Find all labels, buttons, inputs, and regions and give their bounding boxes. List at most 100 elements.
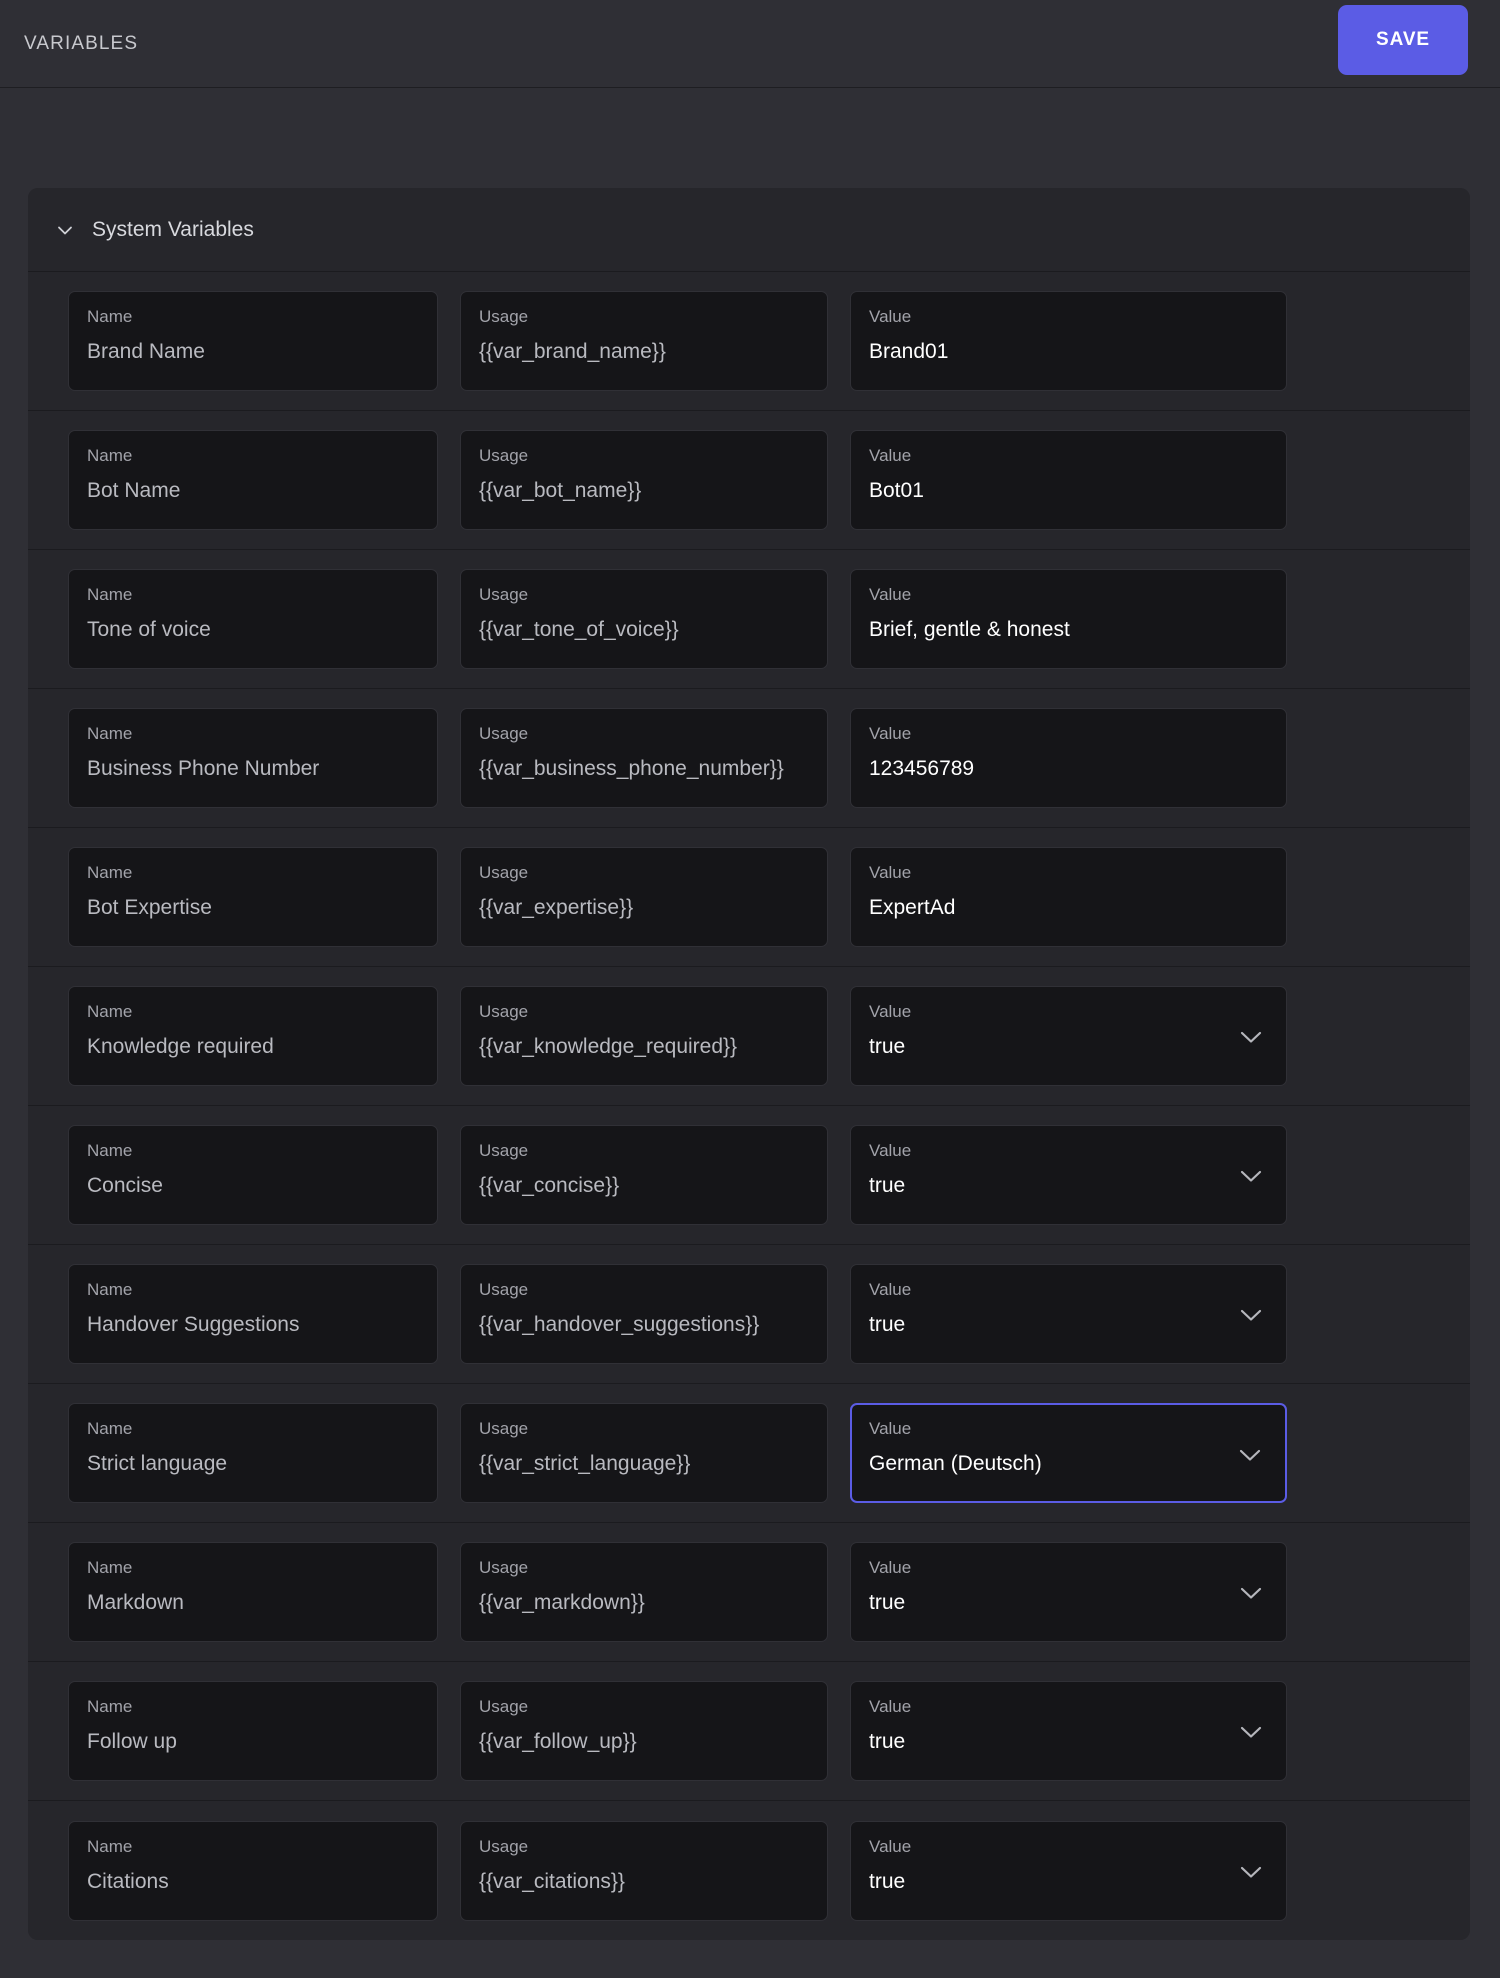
variable-usage-field[interactable]: Usage {{var_business_phone_number}} (460, 708, 828, 808)
variable-name-field[interactable]: Name Follow up (68, 1681, 438, 1781)
name-field-value: Markdown (87, 1591, 184, 1614)
usage-field-value: {{var_tone_of_voice}} (479, 618, 679, 641)
name-field-value: Business Phone Number (87, 757, 320, 780)
top-bar: VARIABLES SAVE (0, 0, 1500, 88)
value-field-value: true (869, 1869, 906, 1893)
value-field-label: Value (869, 1280, 912, 1299)
variable-row: Name Brand Name Usage {{var_brand_name}} Val… (28, 272, 1470, 411)
name-field-value: Brand Name (87, 340, 205, 363)
variable-name-field[interactable]: Name Bot Name (68, 430, 438, 530)
name-field-label: Name (87, 1141, 133, 1160)
variable-row: Name Strict language Usage {{var_strict_lan… (28, 1384, 1470, 1523)
variable-value-input[interactable]: Value Bot01 (850, 430, 1287, 530)
value-field-value: Bot01 (869, 479, 924, 502)
chevron-down-icon[interactable] (1237, 1447, 1263, 1463)
value-field-value: true (869, 1591, 906, 1614)
value-field-label: Value (869, 1002, 912, 1021)
variable-usage-field[interactable]: Usage {{var_bot_name}} (460, 430, 828, 530)
variable-value-input[interactable]: Value Brand01 (850, 291, 1287, 391)
variable-usage-field[interactable]: Usage {{var_brand_name}} (460, 291, 828, 391)
variable-usage-field[interactable]: Usage {{var_citations}} (460, 1820, 828, 1921)
value-field-value: Brand01 (869, 340, 949, 363)
variable-name-field[interactable]: Name Business Phone Number (68, 708, 438, 808)
variable-value-select[interactable]: Value true (850, 986, 1287, 1086)
variable-value-select[interactable]: Value true (850, 1542, 1287, 1642)
value-field-label: Value (869, 307, 912, 326)
value-field-label: Value (869, 1419, 912, 1438)
usage-field-value: {{var_expertise}} (479, 896, 634, 919)
value-field-value: Brief, gentle & honest (869, 618, 1070, 641)
variable-name-field[interactable]: Name Citations (68, 1820, 438, 1921)
usage-field-value: {{var_handover_suggestions}} (479, 1313, 760, 1336)
variable-value-input[interactable]: Value ExpertAd (850, 847, 1287, 947)
usage-field-value: {{var_follow_up}} (479, 1730, 637, 1753)
value-field-label: Value (869, 1836, 912, 1856)
variable-usage-field[interactable]: Usage {{var_concise}} (460, 1125, 828, 1225)
variable-usage-field[interactable]: Usage {{var_follow_up}} (460, 1681, 828, 1781)
value-field-label: Value (869, 724, 912, 743)
name-field-value: Handover Suggestions (87, 1313, 300, 1336)
variable-usage-field[interactable]: Usage {{var_strict_language}} (460, 1403, 828, 1503)
usage-field-label: Usage (479, 1836, 529, 1856)
value-field-value: German (Deutsch) (869, 1452, 1042, 1475)
usage-field-label: Usage (479, 585, 529, 604)
name-field-label: Name (87, 1697, 133, 1716)
usage-field-label: Usage (479, 1002, 529, 1021)
name-field-label: Name (87, 724, 133, 743)
variable-row: Name Citations Usage {{var_citations}} Value… (28, 1801, 1470, 1940)
variable-name-field[interactable]: Name Tone of voice (68, 569, 438, 669)
usage-field-label: Usage (479, 863, 529, 882)
variable-row: Name Follow up Usage {{var_follow_up}} Value… (28, 1662, 1470, 1801)
name-field-label: Name (87, 1419, 133, 1438)
usage-field-value: {{var_business_phone_number}} (479, 757, 784, 780)
usage-field-value: {{var_brand_name}} (479, 340, 666, 363)
value-field-value: true (869, 1313, 906, 1336)
name-field-value: Tone of voice (87, 618, 211, 641)
chevron-down-icon[interactable] (54, 219, 76, 241)
variable-value-input[interactable]: Value 123456789 (850, 708, 1287, 808)
variable-value-select[interactable]: Value true (850, 1264, 1287, 1364)
variable-name-field[interactable]: Name Knowledge required (68, 986, 438, 1086)
variables-list: Name Brand Name Usage {{var_brand_name}} Val… (28, 272, 1470, 1940)
variable-usage-field[interactable]: Usage {{var_handover_suggestions}} (460, 1264, 828, 1364)
value-field-label: Value (869, 1697, 912, 1716)
variable-usage-field[interactable]: Usage {{var_expertise}} (460, 847, 828, 947)
variable-usage-field[interactable]: Usage {{var_tone_of_voice}} (460, 569, 828, 669)
variable-usage-field[interactable]: Usage {{var_markdown}} (460, 1542, 828, 1642)
value-field-label: Value (869, 446, 912, 465)
name-field-label: Name (87, 307, 133, 326)
name-field-value: Bot Name (87, 479, 181, 502)
chevron-down-icon[interactable] (1238, 1168, 1264, 1184)
save-button[interactable]: SAVE (1338, 5, 1468, 75)
variable-value-select[interactable]: Value true (850, 1681, 1287, 1781)
variable-value-select[interactable]: Value German (Deutsch) (850, 1403, 1287, 1503)
chevron-down-icon[interactable] (1238, 1724, 1264, 1740)
variable-value-select[interactable]: Value true (850, 1125, 1287, 1225)
variable-row: Name Tone of voice Usage {{var_tone_of_voic… (28, 550, 1470, 689)
system-variables-group-header[interactable]: System Variables (28, 188, 1470, 272)
name-field-value: Knowledge required (87, 1035, 274, 1058)
value-field-label: Value (869, 585, 912, 604)
variable-row: Name Knowledge required Usage {{var_knowled… (28, 967, 1470, 1106)
variable-name-field[interactable]: Name Strict language (68, 1403, 438, 1503)
variable-name-field[interactable]: Name Markdown (68, 1542, 438, 1642)
usage-field-label: Usage (479, 1558, 529, 1577)
name-field-label: Name (87, 1002, 133, 1021)
variable-usage-field[interactable]: Usage {{var_knowledge_required}} (460, 986, 828, 1086)
variable-name-field[interactable]: Name Concise (68, 1125, 438, 1225)
variable-value-input[interactable]: Value Brief, gentle & honest (850, 569, 1287, 669)
value-field-value: ExpertAd (869, 896, 956, 919)
chevron-down-icon[interactable] (1238, 1864, 1264, 1880)
variable-name-field[interactable]: Name Brand Name (68, 291, 438, 391)
value-field-label: Value (869, 1141, 912, 1160)
variable-name-field[interactable]: Name Bot Expertise (68, 847, 438, 947)
variable-name-field[interactable]: Name Handover Suggestions (68, 1264, 438, 1364)
name-field-value: Follow up (87, 1730, 177, 1753)
name-field-value: Strict language (87, 1452, 228, 1475)
variable-value-select[interactable]: Value true (850, 1820, 1287, 1921)
chevron-down-icon[interactable] (1238, 1585, 1264, 1601)
chevron-down-icon[interactable] (1238, 1307, 1264, 1323)
chevron-down-icon[interactable] (1238, 1029, 1264, 1045)
usage-field-label: Usage (479, 724, 529, 743)
page-body: System Variables Name Brand Name Usage {{va… (0, 88, 1500, 1978)
